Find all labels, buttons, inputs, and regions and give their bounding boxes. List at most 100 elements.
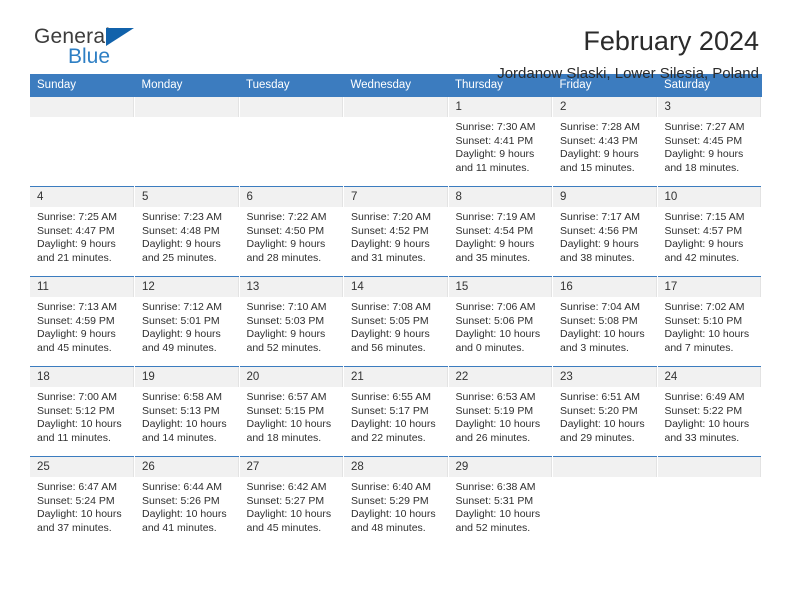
calendar-cell-inner: 26 Sunrise: 6:44 AM Sunset: 5:26 PM Dayligh… xyxy=(135,457,239,546)
sunrise-text: Sunrise: 6:47 AM xyxy=(37,481,117,493)
calendar-cell-inner: 16 Sunrise: 7:04 AM Sunset: 5:08 PM Dayligh… xyxy=(553,277,657,366)
calendar-cell-inner: 8 Sunrise: 7:19 AM Sunset: 4:54 PM Daylight… xyxy=(448,187,552,276)
day-number xyxy=(657,457,761,477)
sunrise-text: Sunrise: 7:28 AM xyxy=(560,121,640,133)
calendar-cell-day[interactable]: 28 Sunrise: 6:40 AM Sunset: 5:29 PM Dayligh… xyxy=(343,456,449,546)
calendar-cell-day[interactable]: 8 Sunrise: 7:19 AM Sunset: 4:54 PM Daylight… xyxy=(448,186,553,277)
sunrise-text: Sunrise: 7:00 AM xyxy=(37,391,117,403)
calendar-week-row: 4 Sunrise: 7:25 AM Sunset: 4:47 PM Daylight… xyxy=(30,186,762,277)
day-details: Sunrise: 7:22 AM Sunset: 4:50 PM Daylight:… xyxy=(240,207,344,265)
sunset-text: Sunset: 4:52 PM xyxy=(351,224,429,237)
day-number xyxy=(239,97,343,117)
calendar-cell-day[interactable]: 26 Sunrise: 6:44 AM Sunset: 5:26 PM Dayligh… xyxy=(134,456,240,546)
page-title: February 2024 xyxy=(583,26,759,56)
sunrise-text: Sunrise: 7:04 AM xyxy=(560,301,640,313)
calendar-cell-inner: 19 Sunrise: 6:58 AM Sunset: 5:13 PM Dayligh… xyxy=(135,367,239,456)
sunset-text: Sunset: 5:05 PM xyxy=(351,314,429,327)
calendar-cell-inner: 7 Sunrise: 7:20 AM Sunset: 4:52 PM Daylight… xyxy=(344,187,448,276)
daylight-text-line1: Daylight: 10 hours xyxy=(37,508,122,521)
calendar-grid: Sunday Monday Tuesday Wednesday Thursday… xyxy=(30,74,762,546)
daylight-text-line2: and 28 minutes. xyxy=(246,251,322,264)
calendar-cell-day[interactable]: 25 Sunrise: 6:47 AM Sunset: 5:24 PM Dayligh… xyxy=(30,456,135,546)
day-details: Sunrise: 7:27 AM Sunset: 4:45 PM Daylight:… xyxy=(658,117,762,175)
sunset-text: Sunset: 4:57 PM xyxy=(664,224,743,237)
calendar-cell-day[interactable]: 14 Sunrise: 7:08 AM Sunset: 5:05 PM Dayligh… xyxy=(343,276,449,367)
calendar-cell-day[interactable]: 27 Sunrise: 6:42 AM Sunset: 5:27 PM Dayligh… xyxy=(239,456,344,546)
calendar-cell-inner xyxy=(344,97,448,186)
calendar-cell-day[interactable]: 18 Sunrise: 7:00 AM Sunset: 5:12 PM Dayligh… xyxy=(30,366,135,457)
calendar-cell-inner: 22 Sunrise: 6:53 AM Sunset: 5:19 PM Dayligh… xyxy=(448,367,552,456)
calendar-cell-day[interactable]: 1 Sunrise: 7:30 AM Sunset: 4:41 PM Daylight… xyxy=(448,97,553,187)
calendar-cell-inner: 29 Sunrise: 6:38 AM Sunset: 5:31 PM Dayligh… xyxy=(448,457,552,546)
calendar-cell-day[interactable]: 19 Sunrise: 6:58 AM Sunset: 5:13 PM Dayligh… xyxy=(134,366,240,457)
sunset-text: Sunset: 4:47 PM xyxy=(37,224,115,237)
day-details: Sunrise: 7:25 AM Sunset: 4:47 PM Daylight:… xyxy=(30,207,134,265)
calendar-cell-day[interactable]: 5 Sunrise: 7:23 AM Sunset: 4:48 PM Daylight… xyxy=(134,186,240,277)
calendar-cell-day[interactable]: 17 Sunrise: 7:02 AM Sunset: 5:10 PM Dayligh… xyxy=(657,276,762,367)
calendar-cell-inner xyxy=(553,457,657,546)
sunrise-text: Sunrise: 6:42 AM xyxy=(246,481,327,493)
day-number: 6 xyxy=(239,187,343,207)
calendar-cell-day[interactable]: 29 Sunrise: 6:38 AM Sunset: 5:31 PM Dayligh… xyxy=(448,456,553,546)
calendar-cell-day[interactable]: 15 Sunrise: 7:06 AM Sunset: 5:06 PM Dayligh… xyxy=(448,276,553,367)
sunset-text: Sunset: 4:56 PM xyxy=(560,224,638,237)
calendar-cell-day[interactable]: 10 Sunrise: 7:15 AM Sunset: 4:57 PM Dayligh… xyxy=(657,186,762,277)
calendar-cell-day[interactable]: 13 Sunrise: 7:10 AM Sunset: 5:03 PM Dayligh… xyxy=(239,276,344,367)
day-number: 24 xyxy=(657,367,761,387)
calendar-cell-day[interactable]: 22 Sunrise: 6:53 AM Sunset: 5:19 PM Dayligh… xyxy=(448,366,553,457)
calendar-cell-day[interactable]: 4 Sunrise: 7:25 AM Sunset: 4:47 PM Daylight… xyxy=(30,186,135,277)
calendar-cell-empty xyxy=(134,97,240,187)
day-number: 13 xyxy=(239,277,343,297)
calendar-cell-day[interactable]: 16 Sunrise: 7:04 AM Sunset: 5:08 PM Dayligh… xyxy=(552,276,658,367)
sunrise-text: Sunrise: 6:57 AM xyxy=(246,391,327,403)
daylight-text-line1: Daylight: 10 hours xyxy=(455,418,541,431)
daylight-text-line1: Daylight: 10 hours xyxy=(142,418,227,431)
day-number: 26 xyxy=(135,457,239,477)
daylight-text-line2: and 22 minutes. xyxy=(351,431,426,444)
calendar-cell-inner: 1 Sunrise: 7:30 AM Sunset: 4:41 PM Daylight… xyxy=(448,97,552,186)
day-number: 28 xyxy=(344,457,448,477)
calendar-cell-day[interactable]: 21 Sunrise: 6:55 AM Sunset: 5:17 PM Dayligh… xyxy=(343,366,449,457)
sunset-text: Sunset: 5:03 PM xyxy=(246,314,325,327)
day-number: 15 xyxy=(448,277,552,297)
sunrise-text: Sunrise: 7:06 AM xyxy=(455,301,536,313)
day-number: 18 xyxy=(30,367,134,387)
day-number: 4 xyxy=(30,187,134,207)
sunrise-text: Sunrise: 7:15 AM xyxy=(664,211,745,223)
day-number: 14 xyxy=(344,277,448,297)
day-number: 1 xyxy=(448,97,552,117)
calendar-cell-day[interactable]: 23 Sunrise: 6:51 AM Sunset: 5:20 PM Dayligh… xyxy=(552,366,658,457)
daylight-text-line1: Daylight: 10 hours xyxy=(560,328,645,341)
sunrise-text: Sunrise: 7:20 AM xyxy=(351,211,431,223)
sunrise-text: Sunrise: 6:53 AM xyxy=(455,391,536,403)
day-details: Sunrise: 7:04 AM Sunset: 5:08 PM Daylight:… xyxy=(553,297,657,355)
daylight-text-line2: and 14 minutes. xyxy=(142,431,217,444)
calendar-cell-day[interactable]: 7 Sunrise: 7:20 AM Sunset: 4:52 PM Daylight… xyxy=(343,186,449,277)
calendar-cell-day[interactable]: 6 Sunrise: 7:22 AM Sunset: 4:50 PM Daylight… xyxy=(239,186,344,277)
day-details: Sunrise: 7:13 AM Sunset: 4:59 PM Daylight:… xyxy=(30,297,134,355)
calendar-cell-day[interactable]: 2 Sunrise: 7:28 AM Sunset: 4:43 PM Daylight… xyxy=(552,97,658,187)
calendar-week-row: 25 Sunrise: 6:47 AM Sunset: 5:24 PM Dayligh… xyxy=(30,456,762,546)
calendar-cell-day[interactable]: 20 Sunrise: 6:57 AM Sunset: 5:15 PM Dayligh… xyxy=(239,366,344,457)
day-details: Sunrise: 7:15 AM Sunset: 4:57 PM Daylight:… xyxy=(658,207,762,265)
calendar-cell-day[interactable]: 12 Sunrise: 7:12 AM Sunset: 5:01 PM Dayligh… xyxy=(134,276,240,367)
daylight-text-line2: and 49 minutes. xyxy=(142,341,217,354)
day-details: Sunrise: 6:51 AM Sunset: 5:20 PM Daylight:… xyxy=(553,387,657,445)
sunrise-text: Sunrise: 6:55 AM xyxy=(351,391,431,403)
sunset-text: Sunset: 5:31 PM xyxy=(455,494,534,507)
calendar-cell-inner: 9 Sunrise: 7:17 AM Sunset: 4:56 PM Daylight… xyxy=(553,187,657,276)
calendar-cell-day[interactable]: 11 Sunrise: 7:13 AM Sunset: 4:59 PM Dayligh… xyxy=(30,276,135,367)
calendar-cell-day[interactable]: 24 Sunrise: 6:49 AM Sunset: 5:22 PM Dayligh… xyxy=(657,366,762,457)
calendar-cell-day[interactable]: 9 Sunrise: 7:17 AM Sunset: 4:56 PM Daylight… xyxy=(552,186,658,277)
day-number xyxy=(30,97,134,117)
sunrise-text: Sunrise: 7:30 AM xyxy=(455,121,536,133)
daylight-text-line1: Daylight: 10 hours xyxy=(664,328,750,341)
daylight-text-line1: Daylight: 10 hours xyxy=(246,418,332,431)
generalblue-logo[interactable]: General Blue xyxy=(30,26,194,76)
day-number: 7 xyxy=(344,187,448,207)
day-details: Sunrise: 6:57 AM Sunset: 5:15 PM Daylight:… xyxy=(240,387,344,445)
calendar-cell-empty xyxy=(30,97,135,187)
daylight-text-line1: Daylight: 10 hours xyxy=(455,508,541,521)
day-number xyxy=(135,97,239,117)
calendar-cell-day[interactable]: 3 Sunrise: 7:27 AM Sunset: 4:45 PM Daylight… xyxy=(657,97,762,187)
